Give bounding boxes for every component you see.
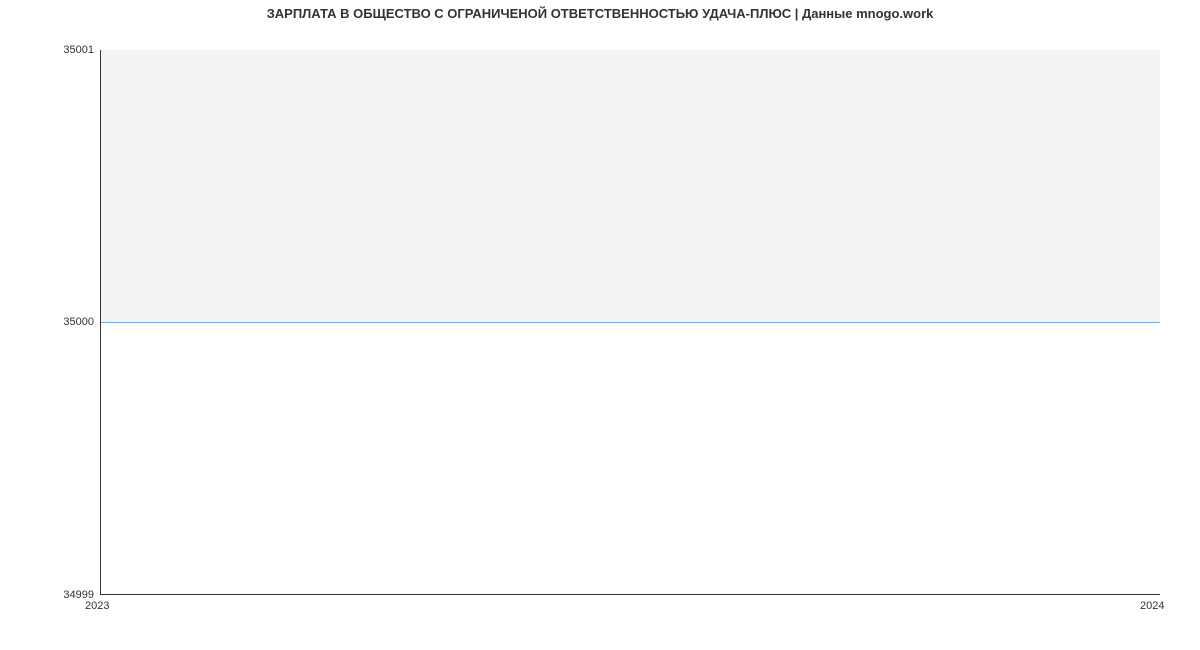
x-tick-left: 2023 (85, 600, 109, 612)
chart-title: ЗАРПЛАТА В ОБЩЕСТВО С ОГРАНИЧЕНОЙ ОТВЕТС… (0, 6, 1200, 21)
x-tick-right: 2024 (1140, 600, 1164, 612)
salary-chart: ЗАРПЛАТА В ОБЩЕСТВО С ОГРАНИЧЕНОЙ ОТВЕТС… (0, 0, 1200, 650)
area-fill (101, 50, 1160, 322)
y-tick-mid: 35000 (63, 316, 94, 328)
y-tick-top: 35001 (63, 44, 94, 56)
plot-area (100, 50, 1160, 595)
data-line (101, 322, 1160, 323)
